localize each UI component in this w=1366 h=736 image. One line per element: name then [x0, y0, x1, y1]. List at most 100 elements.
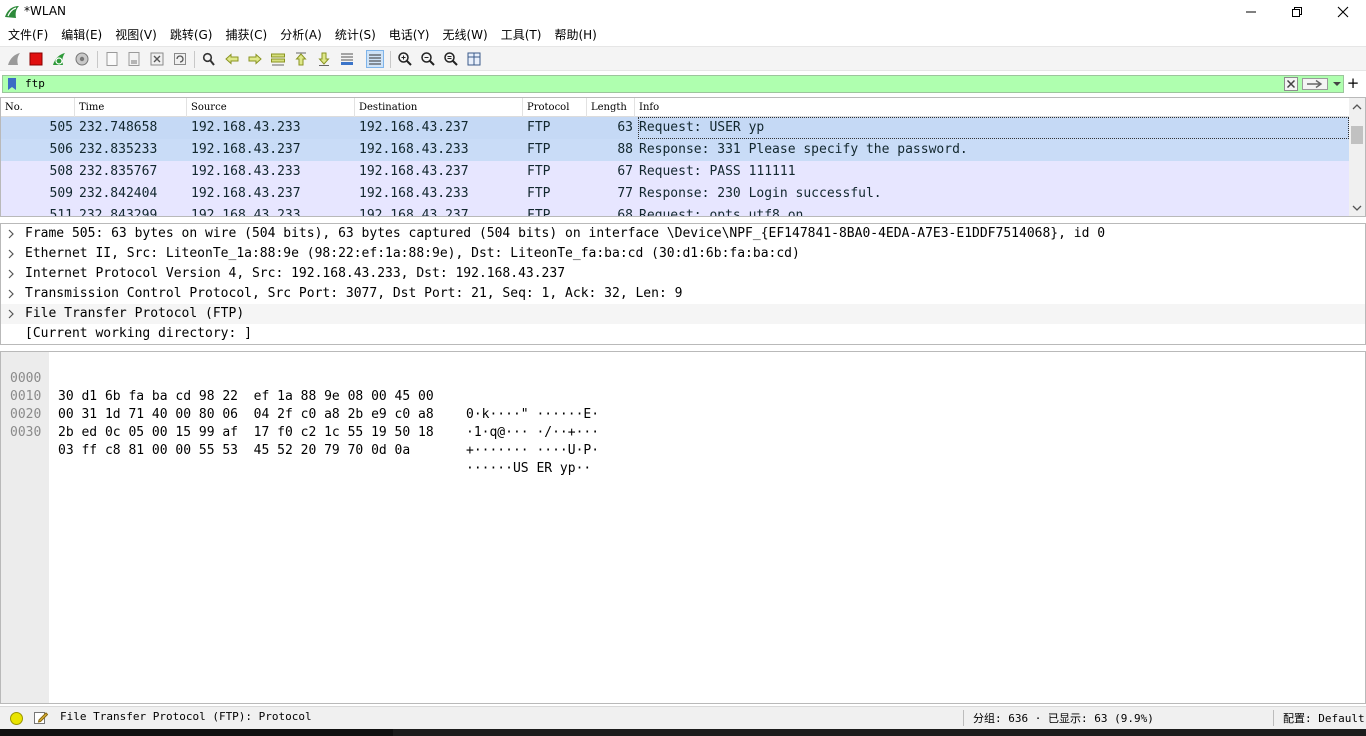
packet-list: No. Time Source Destination Protocol Len…: [0, 97, 1366, 217]
stop-capture-button[interactable]: [27, 50, 45, 68]
zoom-in-button[interactable]: [396, 50, 414, 68]
chevron-right-icon[interactable]: [7, 229, 15, 239]
add-filter-button-icon[interactable]: +: [1346, 76, 1360, 92]
open-file-button[interactable]: [103, 50, 121, 68]
menu-capture[interactable]: 捕获(C): [219, 26, 274, 43]
tree-item-tcp[interactable]: Transmission Control Protocol, Src Port:…: [1, 284, 1365, 304]
go-back-button[interactable]: [223, 50, 241, 68]
hex-row[interactable]: 0000 30 d1 6b fa ba cd 98 22 ef 1a 88 9e…: [1, 352, 599, 422]
autoscroll-button[interactable]: [338, 50, 356, 68]
cell-source: 192.168.43.237: [191, 142, 301, 157]
colorize-button[interactable]: [366, 50, 384, 68]
scrollbar-thumb[interactable]: [1351, 126, 1363, 144]
cell-protocol: FTP: [527, 120, 551, 135]
table-row[interactable]: 505 232.748658 192.168.43.233 192.168.43…: [1, 117, 1349, 139]
zoom-out-button[interactable]: [419, 50, 437, 68]
profile-text[interactable]: 配置: Default: [1283, 710, 1365, 726]
cell-time: 232.842404: [79, 186, 158, 201]
close-file-button[interactable]: [148, 50, 166, 68]
menu-edit[interactable]: 编辑(E): [55, 26, 109, 43]
save-file-button[interactable]: [125, 50, 143, 68]
field-info-text: File Transfer Protocol (FTP): Protocol: [60, 710, 312, 723]
column-header-destination[interactable]: Destination: [355, 98, 523, 117]
clear-filter-icon[interactable]: [1284, 77, 1298, 91]
menu-tools[interactable]: 工具(T): [495, 26, 549, 43]
hex-row[interactable]: 0010 00 31 1d 71 40 00 80 06 04 2f c0 a8…: [1, 370, 599, 440]
table-row[interactable]: 509 232.842404 192.168.43.237 192.168.43…: [1, 183, 1349, 205]
column-header-length[interactable]: Length: [587, 98, 635, 117]
reload-file-button[interactable]: [171, 50, 189, 68]
minimize-button[interactable]: [1228, 0, 1274, 24]
tree-item-cwd[interactable]: [Current working directory: ]: [1, 324, 1365, 344]
window-title: *WLAN: [24, 4, 67, 18]
edit-comment-icon[interactable]: [33, 710, 48, 725]
tree-item-ethernet[interactable]: Ethernet II, Src: LiteonTe_1a:88:9e (98:…: [1, 244, 1365, 264]
restart-capture-button[interactable]: [50, 50, 68, 68]
chevron-right-icon[interactable]: [7, 289, 15, 299]
column-header-protocol[interactable]: Protocol: [523, 98, 587, 117]
chevron-down-icon[interactable]: [1332, 79, 1342, 89]
scroll-up-icon[interactable]: [1352, 102, 1362, 112]
maximize-button[interactable]: [1274, 0, 1320, 24]
cell-source: 192.168.43.233: [191, 164, 301, 179]
cell-destination: 192.168.43.237: [359, 120, 469, 135]
tree-item-label: Frame 505: 63 bytes on wire (504 bits), …: [25, 226, 1106, 241]
focus-outline: [638, 117, 1349, 139]
find-packet-button[interactable]: [200, 50, 218, 68]
bookmark-icon[interactable]: [5, 77, 19, 91]
zoom-in-icon: [398, 52, 412, 66]
column-header-no[interactable]: No.: [1, 98, 75, 117]
apply-filter-arrow-icon[interactable]: [1302, 78, 1328, 90]
tree-item-ipv4[interactable]: Internet Protocol Version 4, Src: 192.16…: [1, 264, 1365, 284]
normal-size-button[interactable]: [442, 50, 460, 68]
expert-info-led-icon[interactable]: [10, 712, 23, 725]
column-header-time[interactable]: Time: [75, 98, 187, 117]
cell-destination: 192.168.43.237: [359, 208, 469, 217]
menu-wireless[interactable]: 无线(W): [437, 26, 495, 43]
first-packet-button[interactable]: [292, 50, 310, 68]
menu-file[interactable]: 文件(F): [2, 26, 55, 43]
chevron-right-icon[interactable]: [7, 309, 15, 319]
menu-go[interactable]: 跳转(G): [164, 26, 220, 43]
cell-time: 232.748658: [79, 120, 158, 135]
close-button[interactable]: [1320, 0, 1366, 24]
tree-item-ftp[interactable]: File Transfer Protocol (FTP): [1, 304, 1365, 324]
table-row[interactable]: 506 232.835233 192.168.43.237 192.168.43…: [1, 139, 1349, 161]
display-filter-input[interactable]: ftp: [2, 75, 1344, 93]
wireshark-app-icon: [5, 6, 19, 18]
tree-item-frame[interactable]: Frame 505: 63 bytes on wire (504 bits), …: [1, 224, 1365, 244]
filter-text: ftp: [25, 77, 45, 90]
display-filter-bar: ftp +: [0, 73, 1366, 95]
table-row[interactable]: 508 232.835767 192.168.43.233 192.168.43…: [1, 161, 1349, 183]
chevron-right-icon[interactable]: [7, 249, 15, 259]
packet-bytes-pane: 0000 30 d1 6b fa ba cd 98 22 ef 1a 88 9e…: [0, 351, 1366, 704]
packet-details-pane: Frame 505: 63 bytes on wire (504 bits), …: [0, 223, 1366, 345]
menu-help[interactable]: 帮助(H): [548, 26, 603, 43]
scroll-down-icon[interactable]: [1352, 203, 1362, 213]
resize-columns-button[interactable]: [465, 50, 483, 68]
ascii-bytes: ·1·q@··· ·/··+···: [466, 425, 600, 440]
capture-options-button[interactable]: [73, 50, 91, 68]
tree-item-label: [Current working directory: ]: [25, 326, 252, 341]
go-to-packet-icon: [271, 53, 285, 66]
menu-statistics[interactable]: 统计(S): [329, 26, 383, 43]
tree-item-label: Internet Protocol Version 4, Src: 192.16…: [25, 266, 566, 281]
hex-row[interactable]: 0020 2b ed 0c 05 00 15 99 af 17 f0 c2 1c…: [1, 388, 599, 458]
packet-list-scrollbar[interactable]: [1349, 98, 1365, 216]
menu-view[interactable]: 视图(V): [109, 26, 164, 43]
go-forward-button[interactable]: [246, 50, 264, 68]
last-packet-icon: [318, 52, 330, 66]
tree-item-label: Transmission Control Protocol, Src Port:…: [25, 286, 683, 301]
table-row[interactable]: 511 232.843299 192.168.43.233 192.168.43…: [1, 205, 1349, 217]
menu-analyze[interactable]: 分析(A): [274, 26, 329, 43]
column-header-source[interactable]: Source: [187, 98, 355, 117]
column-header-info[interactable]: Info: [635, 98, 1349, 117]
cell-time: 232.835233: [79, 142, 158, 157]
hex-row[interactable]: 0030 03 ff c8 81 00 00 55 53 45 52 20 79…: [1, 406, 591, 476]
chevron-right-icon[interactable]: [7, 269, 15, 279]
menu-telephony[interactable]: 电话(Y): [383, 26, 437, 43]
cell-length: 63: [617, 120, 633, 135]
start-capture-button[interactable]: [5, 50, 23, 68]
go-to-packet-button[interactable]: [269, 50, 287, 68]
last-packet-button[interactable]: [315, 50, 333, 68]
